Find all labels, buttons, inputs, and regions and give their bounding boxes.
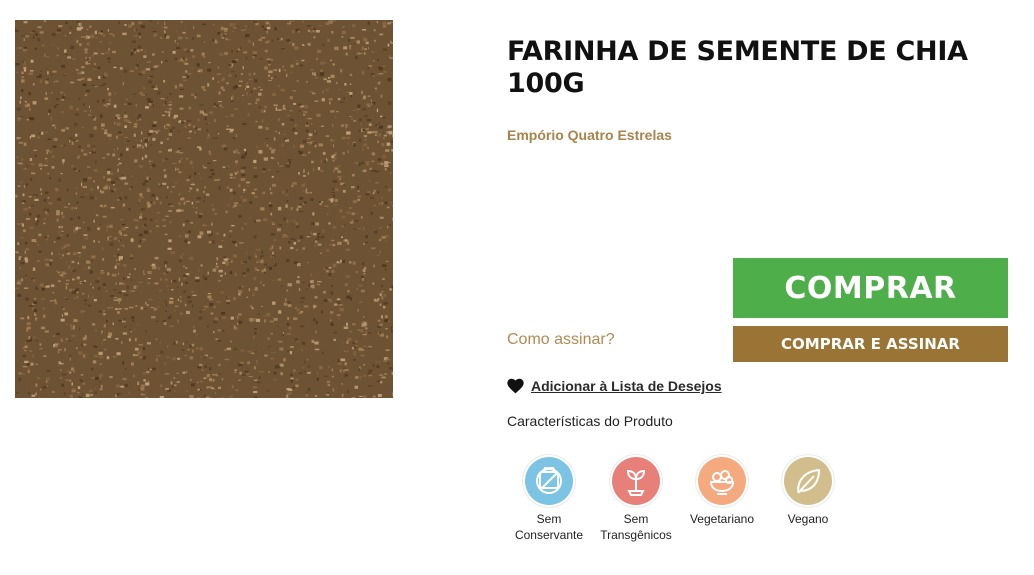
feature-caption: Vegetariano	[689, 512, 755, 526]
feature-non-gmo: Sem Transgênicos	[592, 457, 680, 543]
feature-caption: Sem Conservante	[514, 512, 584, 542]
how-to-subscribe-link[interactable]: Como assinar?	[507, 331, 615, 349]
add-to-wishlist-label: Adicionar à Lista de Desejos	[531, 378, 722, 394]
heart-icon	[507, 378, 524, 394]
feature-caption: Vegano	[787, 512, 829, 526]
brand-link[interactable]: Empório Quatro Estrelas	[507, 127, 672, 143]
product-image[interactable]	[15, 20, 393, 398]
feature-badge	[784, 457, 832, 505]
feature-badge	[525, 457, 573, 505]
salad-bowl-icon	[709, 470, 735, 495]
product-features: Sem Conservante Sem Transgênicos Vegetar…	[507, 457, 847, 557]
feature-badge	[698, 457, 746, 505]
product-title: FARINHA DE SEMENTE DE CHIA 100G	[507, 36, 968, 99]
buy-and-subscribe-button[interactable]: COMPRAR E ASSINAR	[733, 326, 1008, 362]
feature-vegan: Vegano	[764, 457, 852, 527]
product-features-heading: Características do Produto	[507, 413, 673, 429]
feature-caption: Sem Transgênicos	[600, 512, 672, 542]
feature-no-preservatives: Sem Conservante	[505, 457, 593, 543]
no-preservatives-icon	[536, 467, 562, 494]
product-info: FARINHA DE SEMENTE DE CHIA 100G	[507, 36, 1017, 100]
sprout-icon	[626, 469, 646, 496]
buy-button[interactable]: COMPRAR	[733, 258, 1008, 318]
product-page: FARINHA DE SEMENTE DE CHIA 100G Empório …	[0, 0, 1034, 575]
chia-flour-texture	[15, 20, 393, 398]
feature-badge	[612, 457, 660, 505]
add-to-wishlist[interactable]: Adicionar à Lista de Desejos	[507, 378, 722, 394]
feature-vegetarian: Vegetariano	[678, 457, 766, 527]
leaf-icon	[796, 468, 821, 494]
